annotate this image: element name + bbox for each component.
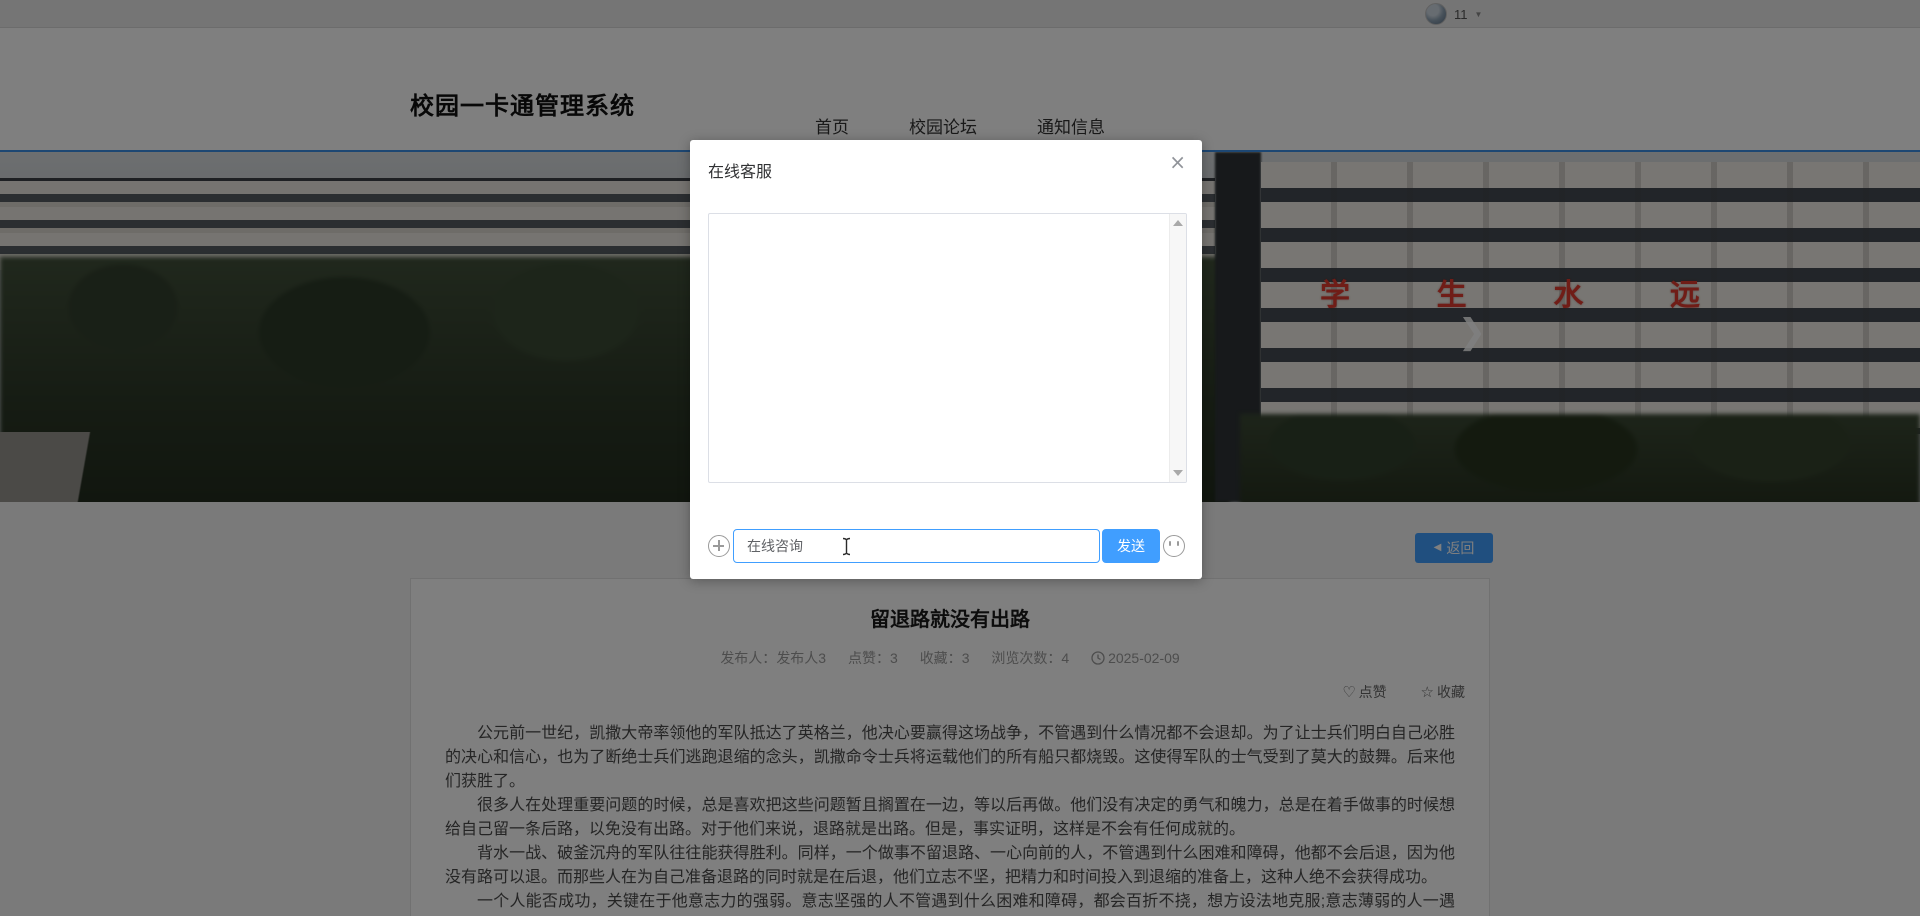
send-button[interactable]: 发送 bbox=[1102, 529, 1160, 563]
chat-input-wrap bbox=[733, 529, 1100, 563]
chat-input[interactable] bbox=[733, 529, 1100, 563]
close-icon[interactable]: × bbox=[1169, 152, 1186, 172]
customer-service-dialog: 在线客服 × 发送 bbox=[690, 140, 1202, 579]
scroll-down-icon[interactable] bbox=[1173, 470, 1183, 476]
chat-message-area bbox=[708, 213, 1187, 483]
emoji-smiley-icon[interactable] bbox=[1163, 535, 1185, 557]
chat-footer: 发送 bbox=[708, 529, 1185, 563]
page: 11 ▼ 校园一卡通管理系统 首页 校园论坛 通知信息 学 生 水 远 ❯ ◀ … bbox=[0, 0, 1920, 916]
dialog-title: 在线客服 bbox=[708, 164, 773, 181]
attach-plus-icon[interactable] bbox=[708, 535, 730, 557]
scroll-up-icon[interactable] bbox=[1173, 220, 1183, 226]
chat-scrollbar[interactable] bbox=[1169, 214, 1186, 482]
mouse-ibeam-cursor bbox=[842, 537, 851, 556]
